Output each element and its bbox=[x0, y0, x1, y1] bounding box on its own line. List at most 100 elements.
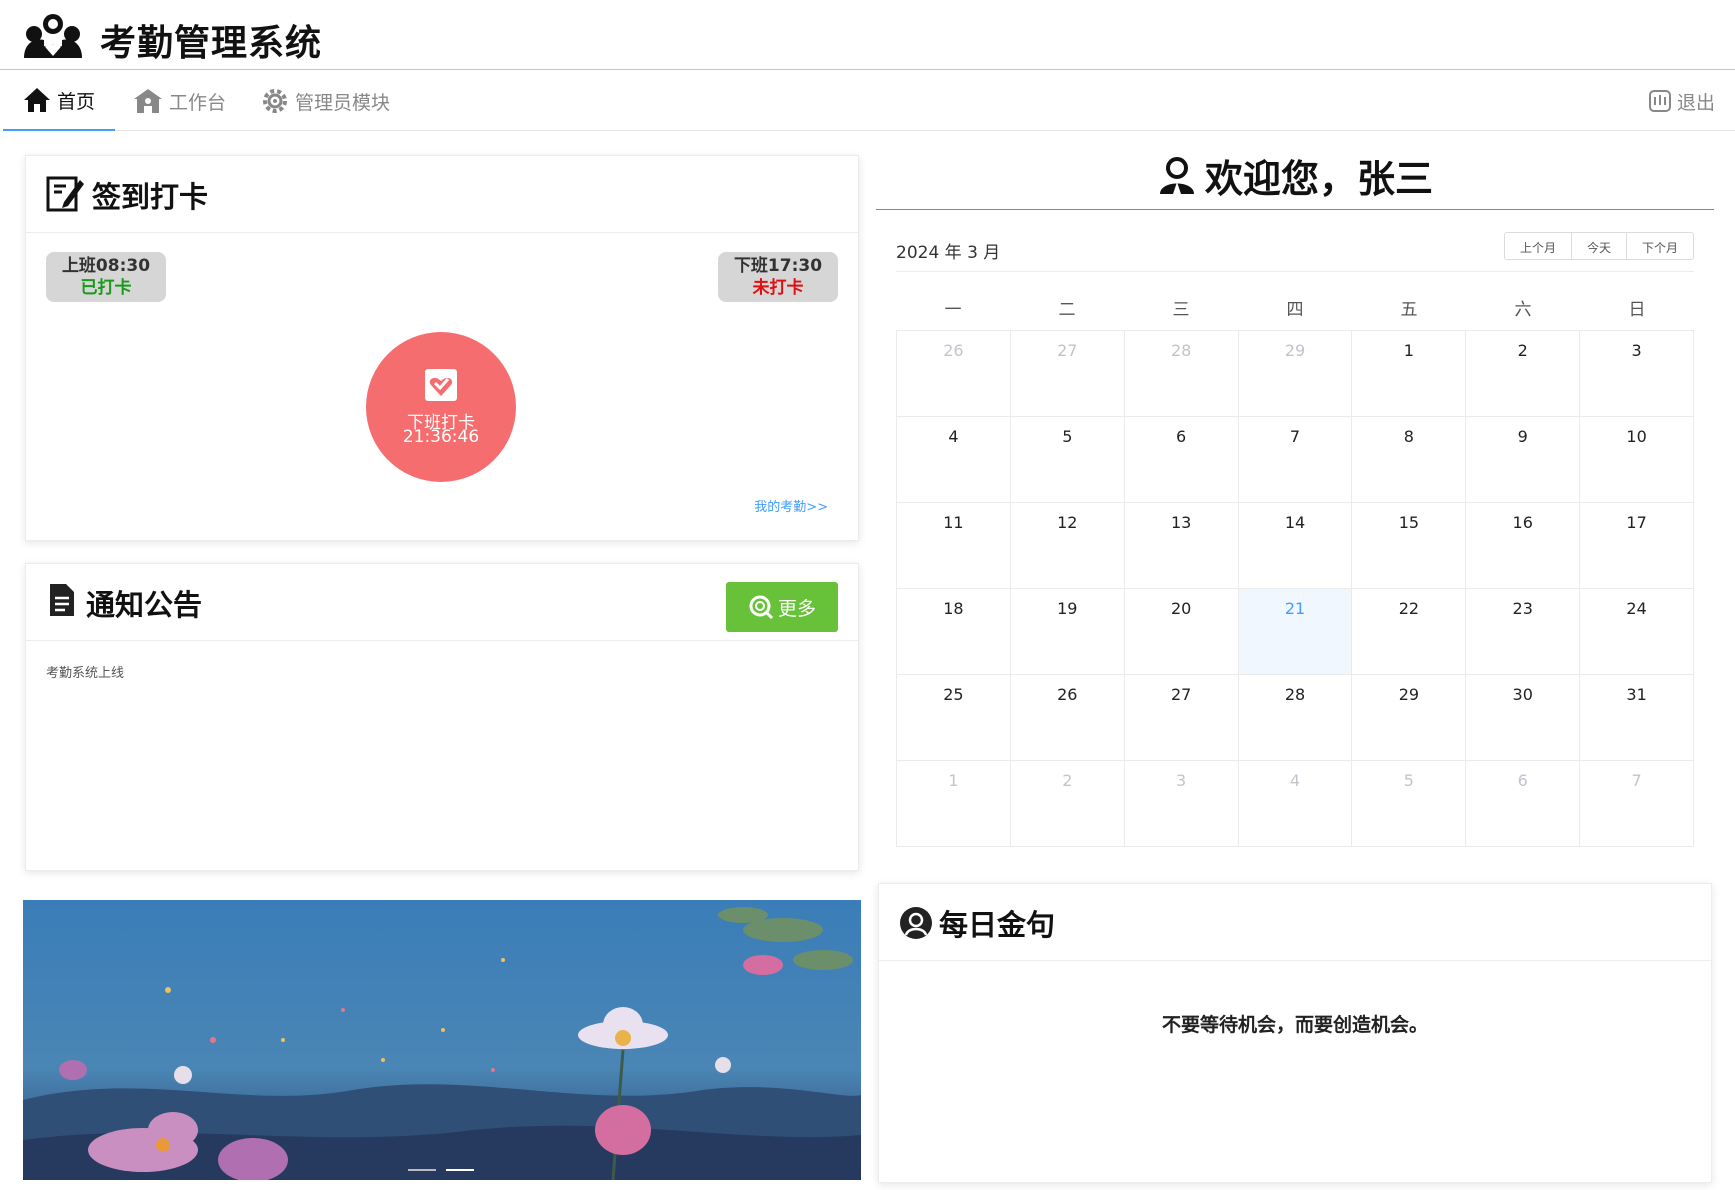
team-logo-icon bbox=[24, 14, 82, 58]
calendar-week-row: 1234567 bbox=[897, 761, 1695, 847]
calendar-day-cell[interactable]: 29 bbox=[1352, 675, 1467, 761]
sign-edit-icon bbox=[46, 176, 84, 212]
calendar-day-cell[interactable]: 29 bbox=[1238, 331, 1353, 417]
punch-out-time: 21:36:46 bbox=[402, 427, 480, 447]
punch-out-button[interactable]: 下班打卡 21:36:46 bbox=[366, 332, 516, 482]
calendar-day-cell[interactable]: 18 bbox=[897, 589, 1011, 675]
weekday-3: 四 bbox=[1286, 300, 1304, 320]
tab-admin[interactable]: 管理员模块 bbox=[261, 71, 390, 131]
calendar-day-cell[interactable]: 26 bbox=[897, 331, 1011, 417]
calendar-month-label: 2024 年 3 月 bbox=[896, 243, 1001, 263]
calendar-grid: 一二三四五六日 26 27 28 29 1 2 3 4 5 6 7 8 9 10 11 12 13 14 15 16 1… bbox=[896, 290, 1695, 847]
checkin-card: 签到打卡 上班08:30 已打卡 下班17:30 未打卡 下班打卡 21:36:… bbox=[25, 155, 859, 541]
app-title: 考勤管理系统 bbox=[100, 23, 323, 64]
calendar-week-row: 18 19 20 21 22 23 24 bbox=[897, 589, 1695, 675]
calendar-day-cell[interactable]: 7 bbox=[1580, 761, 1695, 847]
logout-button[interactable]: 退出 bbox=[1648, 71, 1715, 131]
notice-card: 通知公告 更多 考勤系统上线 bbox=[25, 563, 859, 871]
calendar-day-cell[interactable]: 11 bbox=[897, 503, 1011, 589]
calendar-day-cell[interactable]: 28 bbox=[1124, 331, 1239, 417]
calendar-day-cell[interactable]: 19 bbox=[1010, 589, 1125, 675]
calendar-day-cell[interactable]: 10 bbox=[1580, 417, 1695, 503]
quote-title: 每日金句 bbox=[939, 908, 1056, 942]
calendar-day-cell[interactable]: 12 bbox=[1010, 503, 1125, 589]
next-month-button[interactable]: 下个月 bbox=[1627, 233, 1693, 259]
quote-text: 不要等待机会，而要创造机会。 bbox=[1161, 1014, 1428, 1036]
calendar-day-cell[interactable]: 30 bbox=[1466, 675, 1581, 761]
calendar-day-cell[interactable]: 20 bbox=[1124, 589, 1239, 675]
calendar-day-cell[interactable]: 9 bbox=[1466, 417, 1581, 503]
building-icon bbox=[134, 89, 162, 113]
search-icon bbox=[749, 595, 774, 620]
calendar-week-row: 26 27 28 29 1 2 3 bbox=[897, 331, 1695, 417]
calendar-day-cell[interactable]: 8 bbox=[1352, 417, 1467, 503]
weekday-header: 一二三四五六日 bbox=[896, 290, 1694, 330]
document-icon bbox=[50, 584, 74, 616]
calendar-rows: 26 27 28 29 1 2 3 4 5 6 7 8 9 10 11 12 13 14 15 16 17 18 19 20 2… bbox=[896, 330, 1695, 847]
calendar-day-cell[interactable]: 3 bbox=[1124, 761, 1239, 847]
app-header: 考勤管理系统 bbox=[0, 0, 1735, 70]
weekday-6: 日 bbox=[1628, 300, 1646, 320]
calendar-day-cell[interactable]: 21 bbox=[1238, 589, 1353, 675]
tab-workbench-label: 工作台 bbox=[169, 91, 227, 114]
evening-shift-status: 未打卡 bbox=[752, 278, 804, 298]
tab-admin-label: 管理员模块 bbox=[295, 91, 391, 114]
quote-card-header: 每日金句 bbox=[879, 884, 1711, 961]
tab-home[interactable]: 首页 bbox=[3, 71, 115, 131]
calendar-day-cell[interactable]: 6 bbox=[1124, 417, 1239, 503]
prev-month-button[interactable]: 上个月 bbox=[1505, 233, 1572, 259]
calendar-day-cell[interactable]: 13 bbox=[1124, 503, 1239, 589]
welcome-banner: 欢迎您，张三 bbox=[876, 148, 1714, 210]
tab-workbench[interactable]: 工作台 bbox=[133, 71, 226, 131]
morning-shift-label: 上班08:30 bbox=[61, 256, 151, 276]
weekday-0: 一 bbox=[944, 300, 962, 320]
calendar-day-cell[interactable]: 14 bbox=[1238, 503, 1353, 589]
gear-icon bbox=[263, 89, 287, 113]
calendar-day-cell[interactable]: 23 bbox=[1466, 589, 1581, 675]
today-button[interactable]: 今天 bbox=[1572, 233, 1627, 259]
home-icon bbox=[23, 88, 50, 112]
morning-shift-badge: 上班08:30 已打卡 bbox=[46, 252, 166, 302]
quote-user-icon bbox=[900, 907, 932, 939]
calendar-day-cell[interactable]: 25 bbox=[897, 675, 1011, 761]
calendar-day-cell[interactable]: 2 bbox=[1466, 331, 1581, 417]
weekday-4: 五 bbox=[1400, 300, 1418, 320]
calendar-day-cell[interactable]: 16 bbox=[1466, 503, 1581, 589]
calendar-day-cell[interactable]: 4 bbox=[897, 417, 1011, 503]
calendar-day-cell[interactable]: 2 bbox=[1010, 761, 1125, 847]
heart-check-icon bbox=[425, 369, 457, 401]
welcome-wrap: 欢迎您，张三 bbox=[1157, 148, 1433, 203]
logout-label: 退出 bbox=[1676, 91, 1715, 114]
calendar-day-cell[interactable]: 27 bbox=[1010, 331, 1125, 417]
checkin-title: 签到打卡 bbox=[92, 180, 209, 214]
calendar-day-cell[interactable]: 15 bbox=[1352, 503, 1467, 589]
more-label: 更多 bbox=[777, 597, 816, 620]
calendar-day-cell[interactable]: 4 bbox=[1238, 761, 1353, 847]
calendar-day-cell[interactable]: 5 bbox=[1010, 417, 1125, 503]
calendar-day-cell[interactable]: 24 bbox=[1580, 589, 1695, 675]
calendar-day-cell[interactable]: 31 bbox=[1580, 675, 1695, 761]
calendar-day-cell[interactable]: 1 bbox=[897, 761, 1011, 847]
calendar-day-cell[interactable]: 26 bbox=[1010, 675, 1125, 761]
checkin-card-header: 签到打卡 bbox=[26, 156, 858, 233]
calendar-day-cell[interactable]: 5 bbox=[1352, 761, 1467, 847]
calendar-day-cell[interactable]: 17 bbox=[1580, 503, 1695, 589]
calendar-day-cell[interactable]: 3 bbox=[1580, 331, 1695, 417]
my-attendance-link[interactable]: 我的考勤>> bbox=[754, 496, 828, 515]
top-nav: 首页 工作台 管理员模块 退出 bbox=[3, 71, 1735, 131]
logout-icon bbox=[1648, 90, 1671, 112]
banner-carousel[interactable] bbox=[23, 900, 861, 1180]
calendar-day-cell[interactable]: 6 bbox=[1466, 761, 1581, 847]
notice-item[interactable]: 考勤系统上线 bbox=[46, 662, 124, 681]
calendar-day-cell[interactable]: 7 bbox=[1238, 417, 1353, 503]
calendar-nav-buttons: 上个月 今天 下个月 bbox=[1503, 232, 1694, 260]
flower-banner-image bbox=[23, 900, 861, 1180]
calendar-day-cell[interactable]: 27 bbox=[1124, 675, 1239, 761]
calendar-day-cell[interactable]: 22 bbox=[1352, 589, 1467, 675]
calendar-day-cell[interactable]: 28 bbox=[1238, 675, 1353, 761]
more-notices-button[interactable]: 更多 bbox=[726, 582, 838, 632]
quote-card: 每日金句 不要等待机会，而要创造机会。 bbox=[878, 883, 1712, 1183]
evening-shift-label: 下班17:30 bbox=[733, 256, 823, 276]
calendar-day-cell[interactable]: 1 bbox=[1352, 331, 1467, 417]
calendar-week-row: 4 5 6 7 8 9 10 bbox=[897, 417, 1695, 503]
